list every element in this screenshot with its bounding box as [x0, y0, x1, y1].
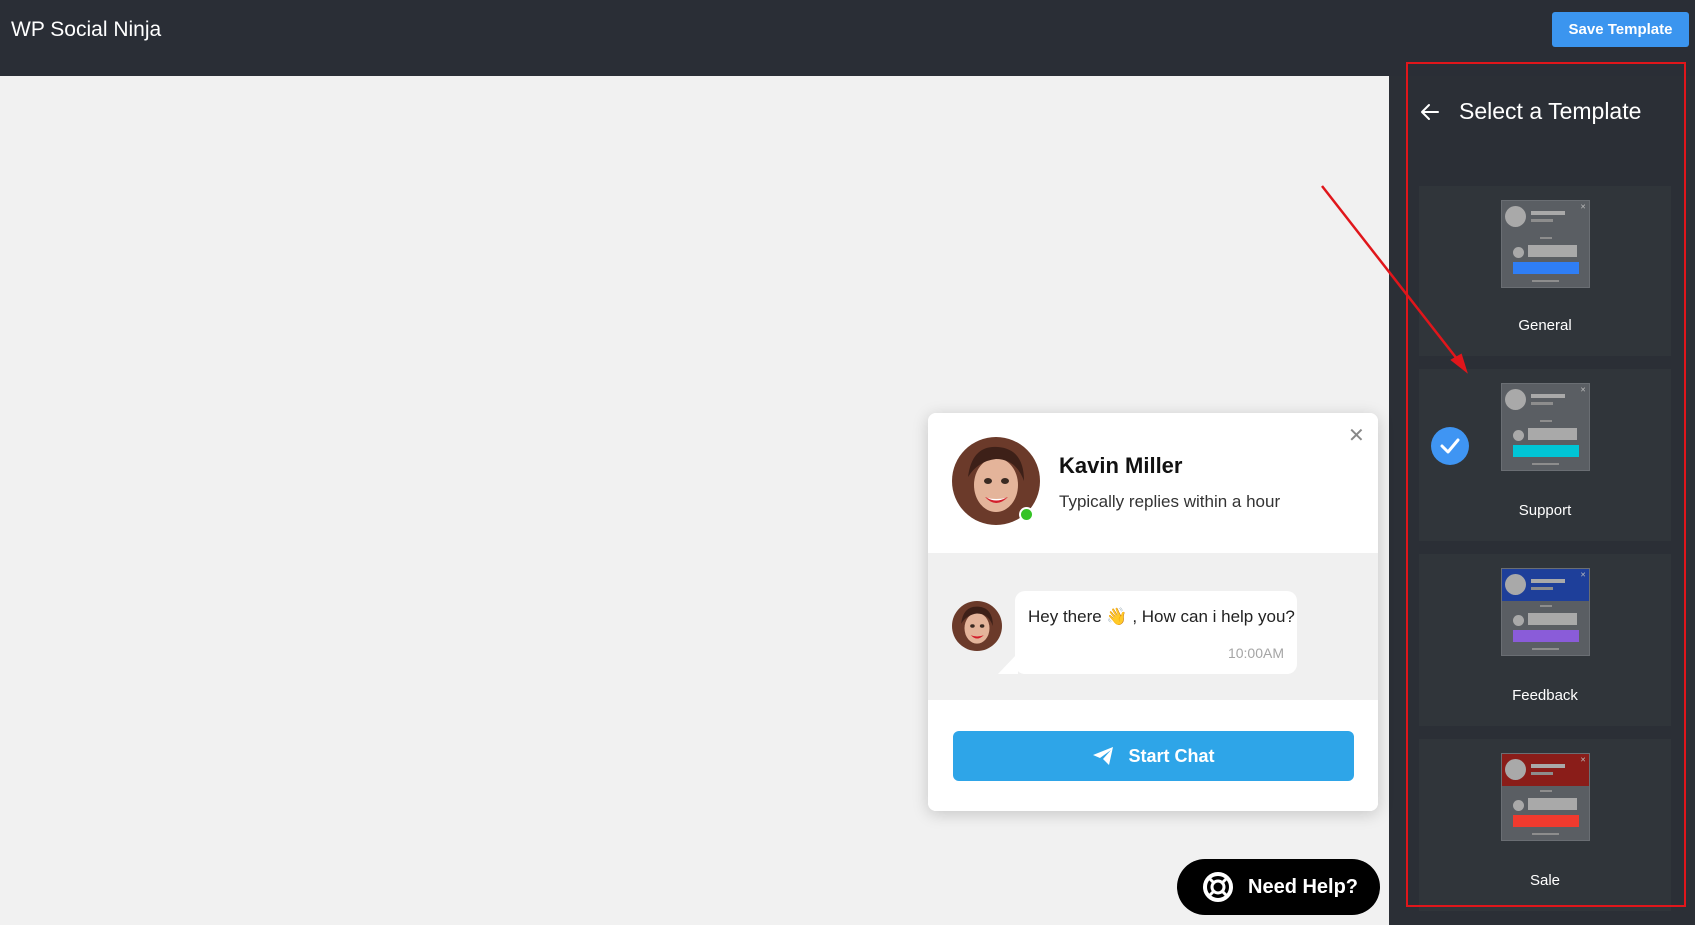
message-text: Hey there 👋 , How can i help you? — [1028, 607, 1295, 626]
app-title: WP Social Ninja — [11, 18, 162, 41]
arrow-left-icon[interactable] — [1419, 101, 1441, 123]
template-label: Support — [1518, 502, 1572, 519]
chat-body: Hey there 👋 , How can i help you? 10:00A… — [928, 553, 1378, 700]
online-status-dot — [1019, 507, 1034, 522]
message-bubble: Hey there 👋 , How can i help you? 10:00A… — [1015, 591, 1297, 674]
template-list: ✕ General ✕ Support ✕ Feedback ✕ Sale — [1419, 186, 1671, 924]
top-bar: WP Social Ninja Save Template — [0, 0, 1695, 76]
chat-widget: Kavin Miller Typically replies within a … — [928, 413, 1378, 811]
start-chat-button[interactable]: Start Chat — [953, 731, 1354, 781]
check-icon — [1431, 427, 1469, 465]
message-time: 10:00AM — [1227, 645, 1284, 661]
close-icon[interactable]: ✕ — [1348, 423, 1365, 448]
agent-status: Typically replies within a hour — [1059, 492, 1281, 511]
chat-header: Kavin Miller Typically replies within a … — [928, 413, 1378, 553]
message-avatar — [952, 601, 1002, 651]
lifebuoy-icon — [1203, 872, 1233, 902]
template-thumbnail: ✕ — [1501, 383, 1590, 471]
sidebar-title: Select a Template — [1459, 98, 1642, 124]
chat-footer: Start Chat — [928, 700, 1378, 811]
template-thumbnail: ✕ — [1501, 568, 1590, 656]
template-label: General — [1518, 317, 1572, 334]
sidebar-header: Select a Template — [1419, 98, 1641, 125]
template-sidebar: Select a Template ✕ General ✕ Support ✕ … — [1389, 76, 1695, 925]
template-thumbnail: ✕ — [1501, 200, 1590, 288]
template-card-sale[interactable]: ✕ Sale — [1419, 739, 1671, 911]
template-card-support[interactable]: ✕ Support — [1419, 369, 1671, 541]
template-label: Sale — [1529, 872, 1561, 889]
need-help-button[interactable]: Need Help? — [1177, 859, 1380, 915]
need-help-label: Need Help? — [1248, 875, 1359, 898]
template-thumbnail: ✕ — [1501, 753, 1590, 841]
template-card-general[interactable]: ✕ General — [1419, 186, 1671, 356]
agent-name: Kavin Miller — [1059, 453, 1183, 478]
save-template-button[interactable]: Save Template — [1552, 12, 1689, 47]
paper-plane-icon — [1093, 747, 1114, 765]
template-label: Feedback — [1512, 687, 1578, 704]
start-chat-label: Start Chat — [1128, 745, 1215, 766]
template-card-feedback[interactable]: ✕ Feedback — [1419, 554, 1671, 726]
